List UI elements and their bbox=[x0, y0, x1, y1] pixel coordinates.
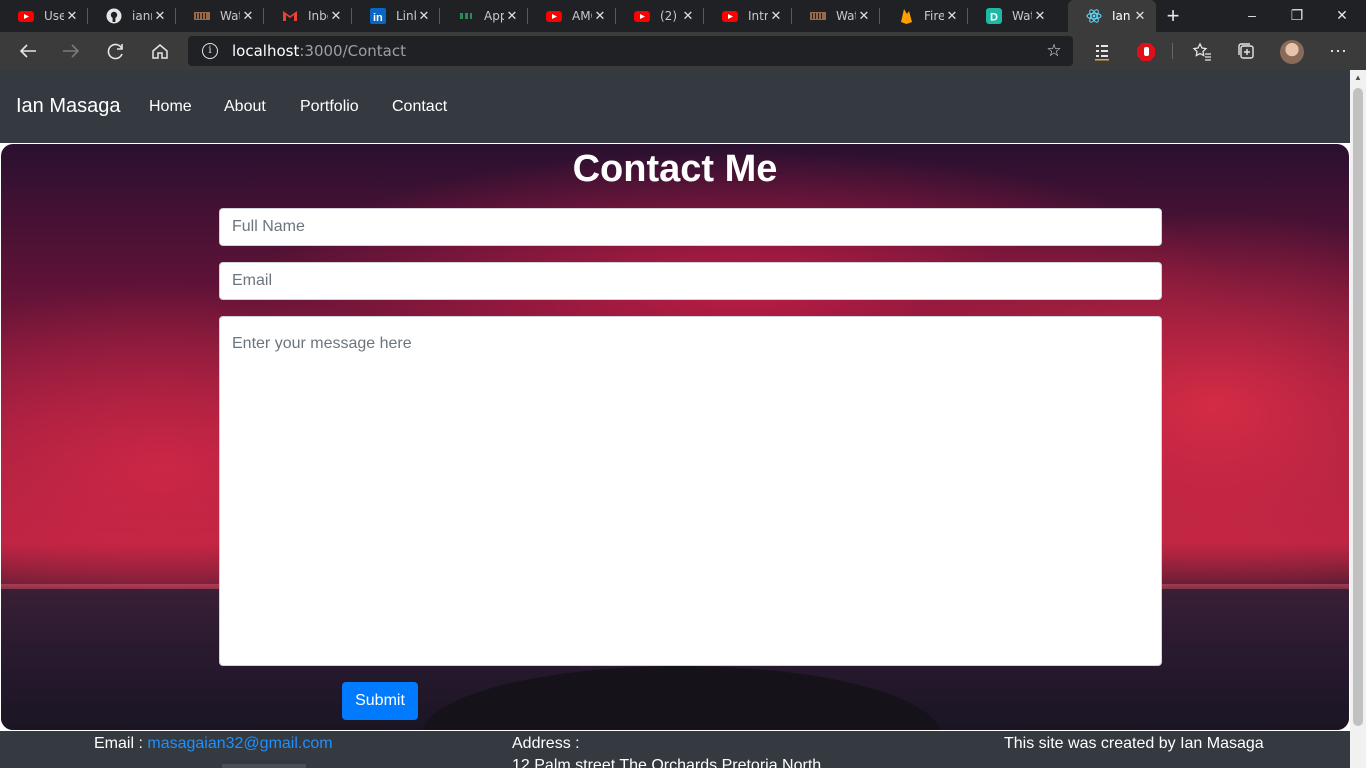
reload-icon[interactable] bbox=[102, 37, 130, 65]
svg-text:in: in bbox=[373, 12, 383, 24]
browser-tab-title: Link bbox=[396, 9, 416, 23]
browser-tab[interactable]: Fireb✕ bbox=[880, 0, 968, 32]
adblock-extension-icon[interactable] bbox=[1132, 37, 1160, 65]
youtube-icon bbox=[546, 8, 562, 24]
footer-divider bbox=[222, 764, 306, 768]
collections-icon[interactable] bbox=[1232, 37, 1260, 65]
browser-tab[interactable]: Intro✕ bbox=[704, 0, 792, 32]
add-favorite-icon[interactable]: ☆ bbox=[1043, 40, 1065, 62]
nav-link-contact[interactable]: Contact bbox=[392, 98, 447, 116]
browser-tab-title: Wat bbox=[836, 9, 856, 23]
page-title: Contact Me bbox=[572, 148, 778, 190]
close-tab-icon[interactable]: ✕ bbox=[416, 8, 432, 24]
toolbar-divider bbox=[1172, 43, 1173, 59]
brand-name[interactable]: Ian Masaga bbox=[16, 95, 121, 118]
youtube-icon bbox=[634, 8, 650, 24]
nav-link-about[interactable]: About bbox=[224, 98, 266, 116]
footer: Email : masagaian32@gmail.com Address : … bbox=[0, 731, 1350, 768]
browser-tab[interactable]: Wat✕ bbox=[176, 0, 264, 32]
footer-email-link[interactable]: masagaian32@gmail.com bbox=[147, 735, 332, 752]
close-tab-icon[interactable]: ✕ bbox=[856, 8, 872, 24]
gmail-icon bbox=[282, 8, 298, 24]
linkedin-icon: in bbox=[370, 8, 386, 24]
video-site-icon bbox=[194, 8, 210, 24]
browser-tab-title: Inbo bbox=[308, 9, 328, 23]
close-tab-icon[interactable]: ✕ bbox=[64, 8, 80, 24]
nav-link-portfolio[interactable]: Portfolio bbox=[300, 98, 359, 116]
browser-tab[interactable]: App ✕ bbox=[440, 0, 528, 32]
video-site-icon bbox=[810, 8, 826, 24]
favorites-icon[interactable] bbox=[1188, 37, 1216, 65]
firebase-icon bbox=[898, 8, 914, 24]
home-icon[interactable] bbox=[146, 37, 174, 65]
url-text: localhost:3000/Contact bbox=[232, 42, 406, 60]
close-tab-icon[interactable]: ✕ bbox=[240, 8, 256, 24]
youtube-icon bbox=[18, 8, 34, 24]
github-icon bbox=[106, 8, 122, 24]
email-input[interactable] bbox=[219, 262, 1162, 300]
scrollbar-thumb[interactable] bbox=[1353, 88, 1363, 726]
full-name-input[interactable] bbox=[219, 208, 1162, 246]
close-tab-icon[interactable]: ✕ bbox=[152, 8, 168, 24]
browser-tab-title: Use bbox=[44, 9, 64, 23]
site-info-icon[interactable]: i bbox=[202, 43, 218, 59]
back-icon[interactable] bbox=[14, 37, 42, 65]
close-tab-icon[interactable]: ✕ bbox=[768, 8, 784, 24]
browser-tab-title: App bbox=[484, 9, 504, 23]
footer-email-label: Email : bbox=[94, 735, 143, 752]
contact-hero-background: Contact Me Submit bbox=[1, 144, 1349, 730]
footer-address-label: Address : bbox=[512, 735, 580, 752]
browser-tab-title: AMC bbox=[572, 9, 592, 23]
close-tab-icon[interactable]: ✕ bbox=[680, 8, 696, 24]
browser-tab[interactable]: Inbo✕ bbox=[264, 0, 352, 32]
browser-tab[interactable]: (2) Y✕ bbox=[616, 0, 704, 32]
browser-tab[interactable]: in Link✕ bbox=[352, 0, 440, 32]
browser-tab-title: iann bbox=[132, 9, 152, 23]
minimize-button[interactable]: – bbox=[1230, 0, 1274, 32]
browser-tab[interactable]: Use ✕ bbox=[0, 0, 88, 32]
browser-toolbar: i localhost:3000/Contact ☆ ⋯ bbox=[0, 32, 1366, 70]
browser-tab[interactable]: Ian M✕ bbox=[1068, 0, 1156, 32]
page-scrollbar[interactable]: ▲ bbox=[1350, 70, 1366, 768]
address-bar[interactable]: i localhost:3000/Contact ☆ bbox=[188, 36, 1073, 66]
svg-text:D: D bbox=[990, 12, 998, 24]
browser-tab[interactable]: D Wat✕ bbox=[968, 0, 1056, 32]
browser-tab[interactable]: Wat✕ bbox=[792, 0, 880, 32]
close-tab-icon[interactable]: ✕ bbox=[592, 8, 608, 24]
youtube-icon bbox=[722, 8, 738, 24]
scroll-up-arrow-icon[interactable]: ▲ bbox=[1350, 70, 1366, 86]
app-icon bbox=[458, 8, 474, 24]
reading-list-icon[interactable] bbox=[1088, 37, 1116, 65]
close-tab-icon[interactable]: ✕ bbox=[1132, 8, 1148, 24]
browser-tab[interactable]: AMC✕ bbox=[528, 0, 616, 32]
nav-link-home[interactable]: Home bbox=[149, 98, 192, 116]
browser-tab-title: Wat bbox=[220, 9, 240, 23]
browser-tab-title: Ian M bbox=[1112, 9, 1132, 23]
submit-button[interactable]: Submit bbox=[342, 682, 418, 720]
close-tab-icon[interactable]: ✕ bbox=[328, 8, 344, 24]
footer-address-value: 12 Palm street The Orchards Pretoria Nor… bbox=[512, 757, 822, 768]
forward-icon[interactable] bbox=[57, 37, 85, 65]
browser-tab-title: Intro bbox=[748, 9, 768, 23]
react-icon bbox=[1086, 8, 1102, 24]
profile-avatar[interactable] bbox=[1280, 40, 1304, 64]
more-options-icon[interactable]: ⋯ bbox=[1324, 37, 1352, 65]
new-tab-button[interactable]: + bbox=[1160, 5, 1186, 27]
footer-credit: This site was created by Ian Masaga bbox=[1004, 735, 1264, 752]
browser-tab-title: Wat bbox=[1012, 9, 1032, 23]
browser-tab-title: (2) Y bbox=[660, 9, 680, 23]
footer-email: Email : masagaian32@gmail.com bbox=[94, 735, 333, 753]
close-tab-icon[interactable]: ✕ bbox=[944, 8, 960, 24]
navbar: Ian Masaga Home About Portfolio Contact bbox=[0, 70, 1350, 143]
d-app-icon: D bbox=[986, 8, 1002, 24]
message-textarea[interactable] bbox=[219, 316, 1162, 666]
page-viewport: Ian Masaga Home About Portfolio Contact … bbox=[0, 70, 1350, 768]
close-tab-icon[interactable]: ✕ bbox=[504, 8, 520, 24]
browser-tab-title: Fireb bbox=[924, 9, 944, 23]
close-tab-icon[interactable]: ✕ bbox=[1032, 8, 1048, 24]
close-window-button[interactable]: ✕ bbox=[1320, 0, 1364, 32]
maximize-button[interactable]: ❐ bbox=[1275, 0, 1319, 32]
browser-tab[interactable]: iann✕ bbox=[88, 0, 176, 32]
